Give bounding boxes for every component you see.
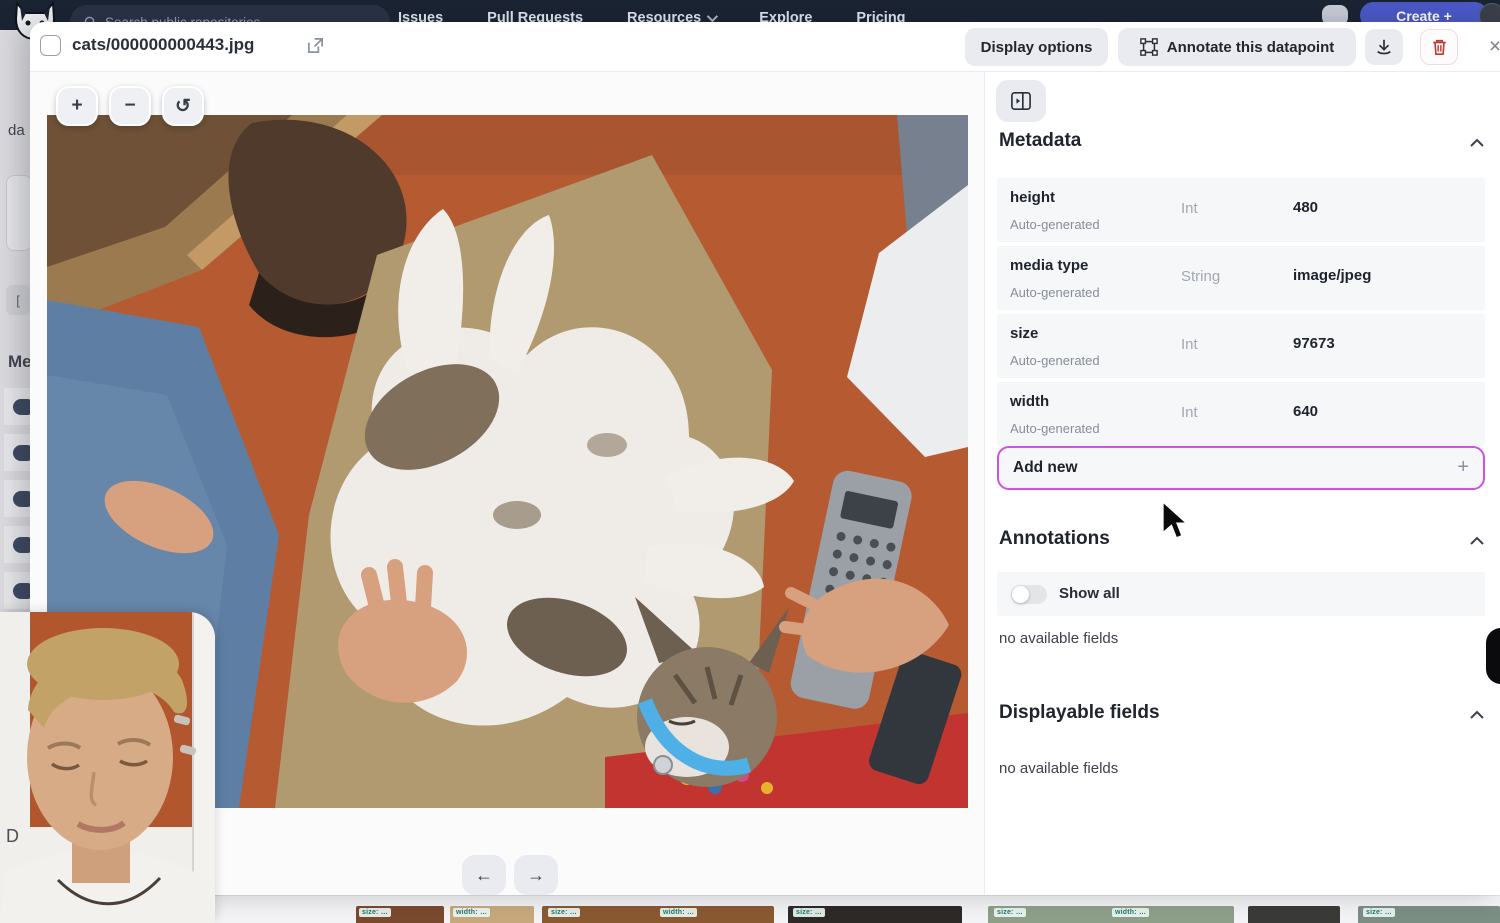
field-note: Auto-generated xyxy=(1010,421,1100,436)
width-chip: width: … xyxy=(453,908,490,917)
thumbnail[interactable] xyxy=(1248,906,1340,923)
annotate-datapoint-button[interactable]: Annotate this datapoint xyxy=(1118,28,1356,66)
metadata-section-title: Metadata xyxy=(999,130,1081,152)
field-type: Int xyxy=(1181,336,1198,353)
thumbnail[interactable]: width: … xyxy=(450,906,534,923)
thumbnail[interactable]: size: … xyxy=(788,906,962,923)
webcam-overlay xyxy=(0,612,215,923)
datapoint-title: cats/000000000443.jpg xyxy=(72,35,254,55)
size-chip: size: … xyxy=(793,908,825,917)
displayable-empty-text: no available fields xyxy=(999,760,1118,777)
field-value: 97673 xyxy=(1293,335,1335,352)
toggle-knob xyxy=(1012,586,1029,603)
thumbnail[interactable]: size: … width: … xyxy=(542,906,774,923)
thumbnail[interactable]: size: … xyxy=(356,906,444,923)
annotations-empty-text: no available fields xyxy=(999,630,1118,647)
metadata-row-height[interactable]: height Auto-generated Int 480 xyxy=(997,178,1485,242)
background-thumbnail-strip: size: … width: … size: … width: … size: … xyxy=(0,895,1500,923)
field-type: String xyxy=(1181,268,1220,285)
plus-icon: + xyxy=(1457,456,1469,479)
collapse-metadata-icon[interactable] xyxy=(1470,138,1484,147)
datapoint-modal: cats/000000000443.jpg Display options An… xyxy=(30,22,1500,895)
field-type: Int xyxy=(1181,404,1198,421)
zoom-in-button[interactable]: + xyxy=(56,86,98,126)
show-all-toggle[interactable] xyxy=(1011,585,1047,604)
metadata-row-size[interactable]: size Auto-generated Int 97673 xyxy=(997,314,1485,378)
modal-header: cats/000000000443.jpg Display options An… xyxy=(30,22,1500,72)
background-list-row xyxy=(4,572,32,610)
background-panel-fragment xyxy=(6,175,32,251)
open-external-icon[interactable] xyxy=(306,36,325,55)
zoom-out-button[interactable]: − xyxy=(109,86,151,126)
size-chip: size: … xyxy=(548,908,580,917)
collapse-displayable-icon[interactable] xyxy=(1470,710,1484,719)
width-chip: width: … xyxy=(660,908,697,917)
floating-widget-fragment[interactable] xyxy=(1486,628,1500,684)
download-button[interactable] xyxy=(1365,29,1403,65)
size-chip: size: … xyxy=(1363,908,1395,917)
previous-datapoint-button[interactable]: ← xyxy=(462,855,506,895)
delete-button[interactable] xyxy=(1420,29,1458,65)
background-list-row xyxy=(4,434,32,472)
background-list-row xyxy=(4,526,32,564)
background-list-row xyxy=(4,388,32,426)
rotate-button[interactable]: ↺ xyxy=(162,86,204,126)
collapse-panel-button[interactable] xyxy=(996,80,1046,122)
thumbnail[interactable]: size: … width: … xyxy=(988,906,1234,923)
background-button-fragment: [ xyxy=(6,285,30,315)
field-name: width xyxy=(1010,393,1049,410)
select-datapoint-checkbox[interactable] xyxy=(40,35,61,56)
collapse-annotations-icon[interactable] xyxy=(1470,536,1484,545)
mouse-cursor xyxy=(1160,500,1190,542)
background-partial-text: da xyxy=(8,122,25,139)
show-all-row: Show all xyxy=(997,572,1485,616)
displayable-fields-section-title: Displayable fields xyxy=(999,702,1160,724)
field-name: height xyxy=(1010,189,1055,206)
chevron-down-icon xyxy=(707,11,718,22)
background-list-row xyxy=(4,480,32,518)
trash-icon xyxy=(1431,38,1448,56)
close-modal-button[interactable]: × xyxy=(1480,32,1500,62)
panel-layout-icon xyxy=(1010,91,1032,111)
add-new-label: Add new xyxy=(1013,459,1078,477)
annotations-section-title: Annotations xyxy=(999,528,1110,550)
add-new-metadata-button[interactable]: Add new + xyxy=(997,446,1485,490)
show-all-label: Show all xyxy=(1059,585,1120,602)
background-partial-text: D xyxy=(6,826,19,847)
field-value: 640 xyxy=(1293,403,1318,420)
field-note: Auto-generated xyxy=(1010,217,1100,232)
next-datapoint-button[interactable]: → xyxy=(514,855,558,895)
field-note: Auto-generated xyxy=(1010,285,1100,300)
download-icon xyxy=(1375,38,1393,56)
field-value: 480 xyxy=(1293,199,1318,216)
background-partial-text: Me xyxy=(8,352,32,372)
metadata-row-width[interactable]: width Auto-generated Int 640 xyxy=(997,382,1485,446)
width-chip: width: … xyxy=(1112,908,1149,917)
size-chip: size: … xyxy=(359,908,391,917)
field-type: Int xyxy=(1181,200,1198,217)
size-chip: size: … xyxy=(994,908,1026,917)
metadata-panel: Metadata height Auto-generated Int 480 m… xyxy=(985,72,1500,895)
thumbnail[interactable]: size: … xyxy=(1358,906,1500,923)
display-options-button[interactable]: Display options xyxy=(965,28,1108,66)
field-name: size xyxy=(1010,325,1038,342)
metadata-row-media-type[interactable]: media type Auto-generated String image/j… xyxy=(997,246,1485,310)
screen: da [ Me D Search public repositories Iss… xyxy=(0,0,1500,923)
field-note: Auto-generated xyxy=(1010,353,1100,368)
bounding-box-icon xyxy=(1140,38,1158,56)
field-value: image/jpeg xyxy=(1293,267,1371,284)
presenter-video xyxy=(0,612,215,923)
field-name: media type xyxy=(1010,257,1088,274)
